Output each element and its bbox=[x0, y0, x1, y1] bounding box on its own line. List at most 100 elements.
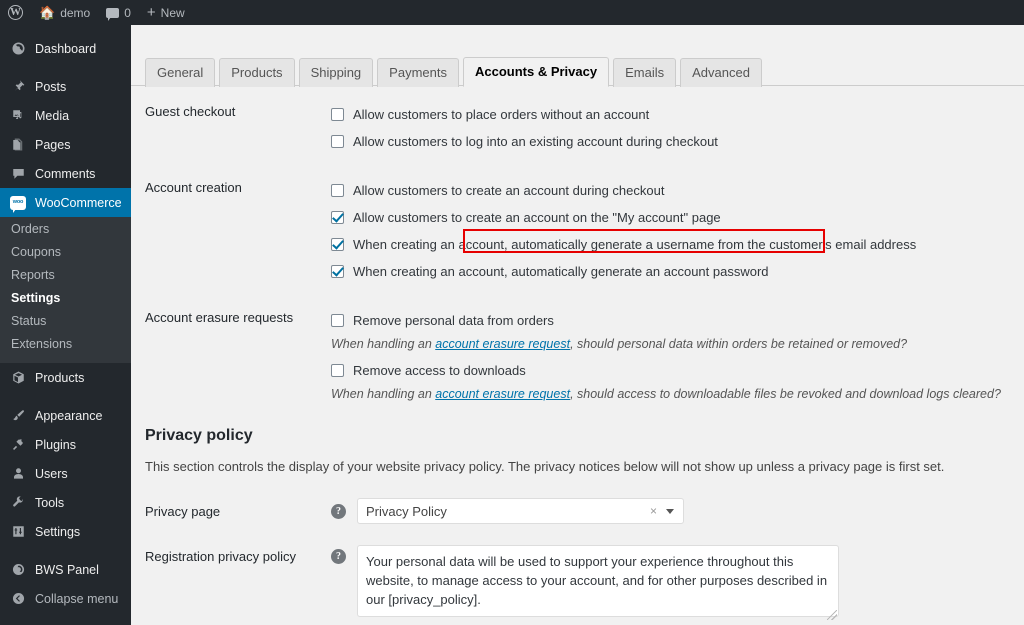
sidebar-gap-2 bbox=[0, 392, 131, 401]
sidebar-item-dashboard[interactable]: Dashboard bbox=[0, 34, 131, 63]
comment-bubble-icon bbox=[106, 7, 120, 21]
hint-text-pre: When handling an bbox=[331, 387, 436, 401]
sidebar-item-label: Settings bbox=[35, 524, 81, 539]
chevron-down-icon[interactable] bbox=[666, 509, 674, 514]
tab-emails[interactable]: Emails bbox=[613, 58, 677, 87]
account-creation-options: Allow customers to create an account dur… bbox=[331, 177, 1024, 285]
submenu-item-orders[interactable]: Orders bbox=[0, 218, 131, 241]
sidebar-item-posts[interactable]: Posts bbox=[0, 72, 131, 101]
erasure-hint-1: When handling an account erasure request… bbox=[331, 334, 1024, 357]
sidebar-item-tools[interactable]: Tools bbox=[0, 488, 131, 517]
plus-icon: + bbox=[146, 4, 156, 21]
checkbox-create-account-my-account-page[interactable] bbox=[331, 211, 344, 224]
help-question-icon[interactable]: ? bbox=[331, 503, 346, 519]
checkbox-allow-guest-orders[interactable] bbox=[331, 108, 344, 121]
account-creation-heading: Account creation bbox=[145, 180, 242, 195]
registration-privacy-policy-textarea[interactable] bbox=[357, 545, 839, 617]
checkbox-label[interactable]: When creating an account, automatically … bbox=[353, 237, 916, 252]
woocommerce-badge-glyph: woo bbox=[10, 195, 26, 213]
field-privacy-page: Privacy page ? Privacy Policy × bbox=[145, 498, 1024, 524]
submenu-item-coupons[interactable]: Coupons bbox=[0, 241, 131, 264]
guest-checkout-heading: Guest checkout bbox=[145, 104, 236, 119]
privacy-page-help-wrap: ? bbox=[331, 503, 357, 519]
checkbox-auto-generate-username[interactable] bbox=[331, 238, 344, 251]
field-registration-privacy-policy: Registration privacy policy ? bbox=[145, 545, 1024, 622]
checkbox-row[interactable]: When creating an account, automatically … bbox=[331, 231, 1024, 258]
sidebar-item-label: Pages bbox=[35, 137, 71, 152]
checkbox-auto-generate-password[interactable] bbox=[331, 265, 344, 278]
checkbox-row[interactable]: Allow customers to log into an existing … bbox=[331, 128, 1024, 155]
wordpress-logo-menu[interactable]: W bbox=[0, 0, 31, 25]
settings-tabs: General Products Shipping Payments Accou… bbox=[145, 49, 1024, 87]
checkbox-row[interactable]: When creating an account, automatically … bbox=[331, 258, 1024, 285]
sidebar-item-bws-panel[interactable]: BWS Panel bbox=[0, 555, 131, 584]
hint-text-post: , should access to downloadable files be… bbox=[570, 387, 1001, 401]
checkbox-label[interactable]: Allow customers to create an account on … bbox=[353, 210, 721, 225]
submenu-item-extensions[interactable]: Extensions bbox=[0, 333, 131, 356]
sidebar-item-label: Dashboard bbox=[35, 41, 97, 56]
checkbox-create-account-during-checkout[interactable] bbox=[331, 184, 344, 197]
sidebar-item-collapse-menu[interactable]: Collapse menu bbox=[0, 584, 131, 613]
sidebar-gap-3 bbox=[0, 546, 131, 555]
sidebar-item-comments[interactable]: Comments bbox=[0, 159, 131, 188]
account-erasure-request-link[interactable]: account erasure request bbox=[435, 387, 570, 401]
field-guest-checkout: Guest checkout Allow customers to place … bbox=[145, 101, 1024, 155]
new-content-menu[interactable]: + New bbox=[139, 0, 193, 25]
settings-tabs-wrap: General Products Shipping Payments Accou… bbox=[131, 49, 1024, 87]
checkbox-allow-login-during-checkout[interactable] bbox=[331, 135, 344, 148]
tab-general[interactable]: General bbox=[145, 58, 216, 87]
admin-sidebar: Dashboard Posts Media Pages Comments woo… bbox=[0, 25, 139, 625]
erasure-hint-2: When handling an account erasure request… bbox=[331, 384, 1024, 407]
clear-x-icon[interactable]: × bbox=[650, 504, 657, 518]
privacy-page-select[interactable]: Privacy Policy × bbox=[357, 498, 684, 524]
registration-privacy-policy-label: Registration privacy policy bbox=[145, 549, 297, 564]
checkbox-row[interactable]: Allow customers to create an account dur… bbox=[331, 177, 1024, 204]
plugins-plug-icon bbox=[9, 436, 27, 454]
checkbox-label[interactable]: When creating an account, automatically … bbox=[353, 264, 769, 279]
privacy-page-selected-value: Privacy Policy bbox=[366, 503, 447, 519]
tab-accounts-privacy[interactable]: Accounts & Privacy bbox=[462, 57, 610, 87]
sidebar-item-woocommerce[interactable]: woo WooCommerce bbox=[0, 188, 139, 217]
sidebar-item-settings[interactable]: Settings bbox=[0, 517, 131, 546]
gap-title-desc bbox=[145, 445, 1024, 458]
section-gap-1 bbox=[145, 155, 1024, 177]
woocommerce-submenu: Orders Coupons Reports Settings Status E… bbox=[0, 217, 131, 363]
checkbox-label[interactable]: Remove access to downloads bbox=[353, 363, 526, 378]
users-icon bbox=[9, 465, 27, 483]
sidebar-item-media[interactable]: Media bbox=[0, 101, 131, 130]
comments-menu[interactable]: 0 bbox=[98, 0, 139, 25]
sidebar-item-products[interactable]: Products bbox=[0, 363, 131, 392]
submenu-item-reports[interactable]: Reports bbox=[0, 264, 131, 287]
hint-text-pre: When handling an bbox=[331, 337, 436, 351]
tab-payments[interactable]: Payments bbox=[377, 58, 459, 87]
checkbox-remove-personal-data-from-orders[interactable] bbox=[331, 314, 344, 327]
field-account-erasure: Account erasure requests Remove personal… bbox=[145, 307, 1024, 407]
form-top-gap bbox=[145, 86, 1024, 101]
section-gap-3 bbox=[145, 407, 1024, 427]
tab-products[interactable]: Products bbox=[219, 58, 295, 87]
checkbox-remove-access-to-downloads[interactable] bbox=[331, 364, 344, 377]
settings-sliders-icon bbox=[9, 523, 27, 541]
tools-wrench-icon bbox=[9, 494, 27, 512]
submenu-item-status[interactable]: Status bbox=[0, 310, 131, 333]
site-name-menu[interactable]: 🏠 demo bbox=[31, 0, 98, 25]
sidebar-item-pages[interactable]: Pages bbox=[0, 130, 131, 159]
help-question-icon[interactable]: ? bbox=[331, 549, 346, 564]
checkbox-row-highlighted[interactable]: Allow customers to create an account on … bbox=[331, 204, 1024, 231]
tab-advanced[interactable]: Advanced bbox=[680, 58, 762, 87]
checkbox-row[interactable]: Remove personal data from orders bbox=[331, 307, 1024, 334]
checkbox-label[interactable]: Remove personal data from orders bbox=[353, 313, 554, 328]
sidebar-item-users[interactable]: Users bbox=[0, 459, 131, 488]
sidebar-item-plugins[interactable]: Plugins bbox=[0, 430, 131, 459]
account-erasure-request-link[interactable]: account erasure request bbox=[435, 337, 570, 351]
submenu-item-settings[interactable]: Settings bbox=[0, 287, 131, 310]
tab-shipping[interactable]: Shipping bbox=[298, 58, 374, 87]
sidebar-item-label: Comments bbox=[35, 166, 96, 181]
sidebar-item-appearance[interactable]: Appearance bbox=[0, 401, 131, 430]
gap-privacy-fields bbox=[145, 524, 1024, 545]
checkbox-row[interactable]: Remove access to downloads bbox=[331, 357, 1024, 384]
checkbox-row[interactable]: Allow customers to place orders without … bbox=[331, 101, 1024, 128]
checkbox-label[interactable]: Allow customers to create an account dur… bbox=[353, 183, 664, 198]
checkbox-label[interactable]: Allow customers to place orders without … bbox=[353, 107, 649, 122]
checkbox-label[interactable]: Allow customers to log into an existing … bbox=[353, 134, 718, 149]
